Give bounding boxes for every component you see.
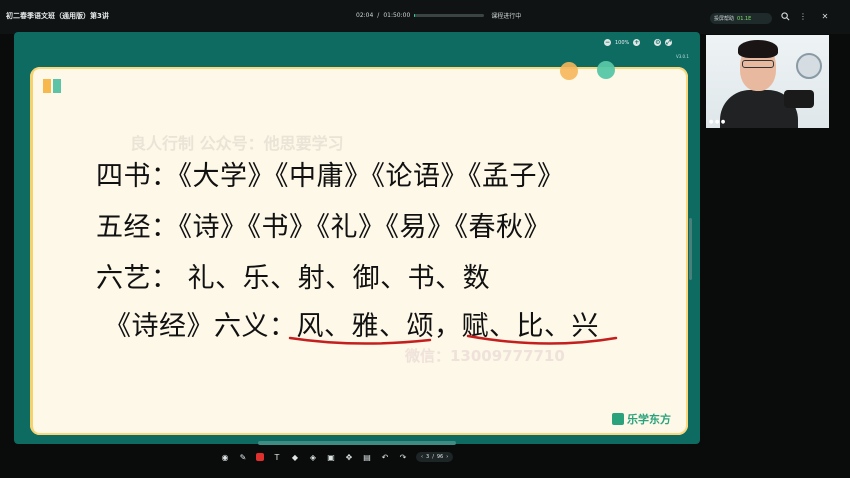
screenshot-icon[interactable]: ▣ [326, 452, 336, 462]
brand-mark-icon [612, 413, 624, 425]
red-underline-annotations [288, 334, 618, 345]
zoom-controls: − 100% + ⚙ ⤢ [604, 39, 673, 46]
redo-icon[interactable]: ↷ [398, 452, 408, 462]
horizontal-scrollbar[interactable] [258, 441, 456, 445]
delete-icon[interactable]: ▤ [362, 452, 372, 462]
zoom-in-button[interactable]: + [633, 39, 641, 46]
watermark-top: 良人行制 公众号：他思要学习 [130, 134, 344, 153]
progress-fill [414, 14, 416, 17]
teacher-webcam: ● ● ● [706, 35, 829, 128]
page-navigator: ‹ 3 / 96 › [416, 452, 454, 462]
underline-2 [466, 334, 618, 345]
network-speed: 01.1E [737, 15, 752, 22]
teacher-glasses [742, 60, 774, 68]
book-icon [43, 79, 61, 93]
time-separator: / [377, 12, 380, 19]
playback-info: 02:04 / 01:50:00 课程进行中 [356, 11, 521, 20]
zoom-out-button[interactable]: − [604, 39, 611, 46]
slide [30, 67, 688, 435]
slide-line-3: 六艺： 礼、乐、射、御、书、数 [96, 263, 491, 294]
microphone [784, 90, 814, 108]
fullscreen-icon[interactable]: ⤢ [665, 39, 673, 46]
move-icon[interactable]: ✥ [344, 452, 354, 462]
teacher-hair [738, 40, 778, 58]
network-label: 投屏帮助 [714, 16, 735, 22]
more-icon[interactable]: ⋮ [798, 12, 808, 22]
progress-bar[interactable] [414, 14, 485, 17]
decor-circle-teal [597, 61, 615, 79]
network-pill[interactable]: 投屏帮助 01.1E [710, 13, 772, 24]
brand-logo: 乐学东方 [612, 411, 671, 427]
shape-icon[interactable]: ◆ [290, 452, 300, 462]
next-page-icon[interactable]: › [446, 454, 448, 460]
color-red-icon[interactable] [256, 453, 264, 461]
pen-icon[interactable]: ✎ [238, 452, 248, 462]
drawing-toolbar: ◉ ✎ T ◆ ◈ ▣ ✥ ▤ ↶ ↷ ‹ 3 / 96 › [220, 450, 454, 464]
course-status: 课程进行中 [491, 13, 522, 20]
page-current: 3 [426, 454, 430, 460]
record-icon[interactable]: ◉ [220, 452, 230, 462]
decor-circle-orange [560, 62, 578, 80]
webcam-toy [796, 53, 822, 79]
version-label: V3.0.1 [676, 54, 689, 59]
slide-line-1: 四书：《大学》《中庸》《论语》《孟子》 [96, 161, 565, 192]
underline-1 [288, 336, 432, 345]
vertical-scrollbar[interactable] [689, 218, 692, 280]
title-bar: 初二春季语文班（通用版）第3讲 02:04 / 01:50:00 课程进行中 投… [0, 0, 850, 34]
webcam-status-icons: ● ● ● [709, 119, 726, 125]
close-icon[interactable]: ✕ [820, 12, 830, 22]
settings-icon[interactable]: ⚙ [654, 39, 662, 46]
undo-icon[interactable]: ↶ [380, 452, 390, 462]
time-total: 01:50:00 [383, 12, 411, 19]
page-separator: / [432, 454, 434, 460]
text-icon[interactable]: T [272, 452, 282, 462]
slide-line-2: 五经：《诗》《书》《礼》《易》《春秋》 [96, 212, 551, 243]
prev-page-icon[interactable]: ‹ [421, 454, 423, 460]
course-title: 初二春季语文班（通用版）第3讲 [6, 12, 109, 20]
page-total: 96 [436, 454, 444, 460]
search-icon[interactable] [780, 12, 790, 22]
zoom-level: 100% [615, 39, 630, 46]
eraser-icon[interactable]: ◈ [308, 452, 318, 462]
brand-name: 乐学东方 [627, 413, 671, 426]
time-current: 02:04 [356, 12, 374, 19]
